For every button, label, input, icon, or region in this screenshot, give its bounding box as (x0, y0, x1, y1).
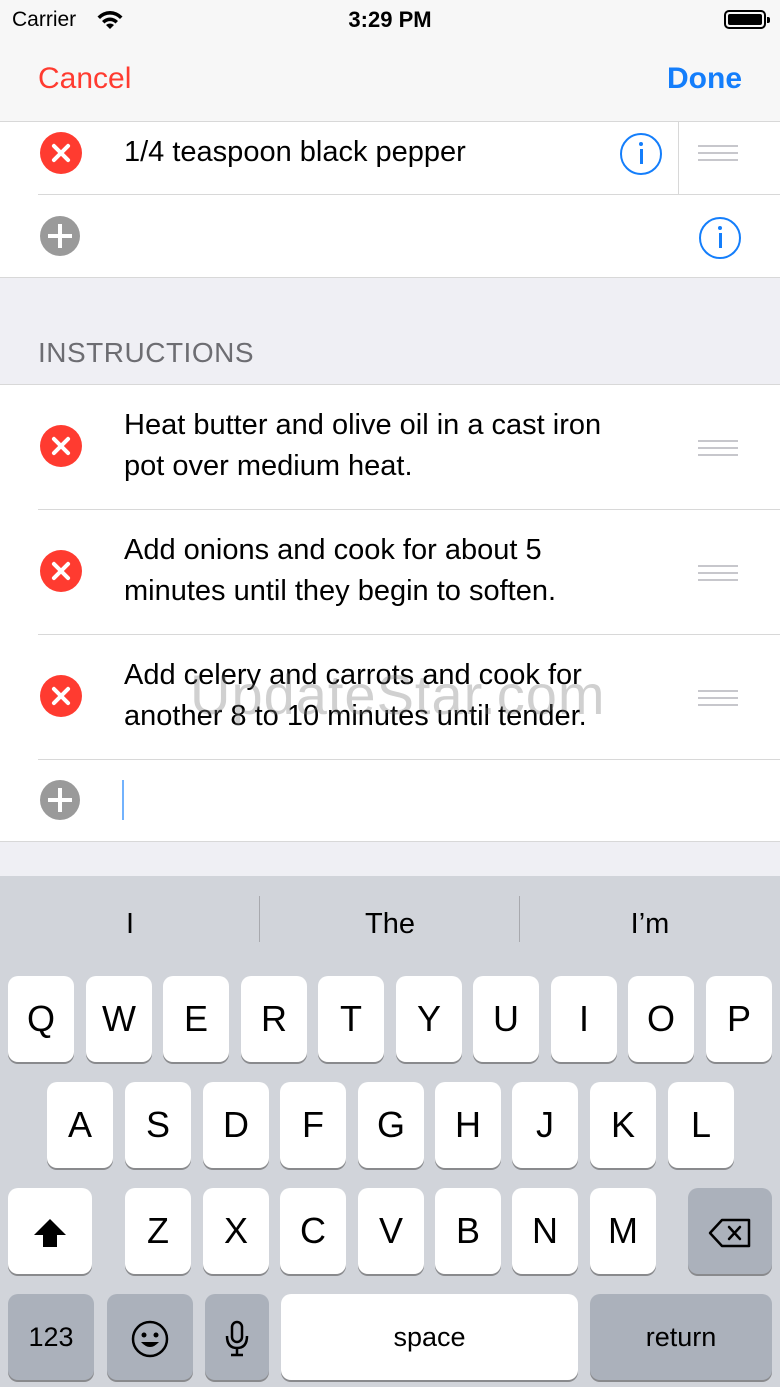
suggestion-3[interactable]: I’m (520, 876, 780, 972)
suggestion-1[interactable]: I (0, 876, 260, 972)
numbers-key[interactable]: 123 (8, 1294, 94, 1380)
key-l[interactable]: L (668, 1082, 734, 1168)
battery-icon (724, 10, 770, 29)
key-o[interactable]: O (628, 976, 694, 1062)
key-w[interactable]: W (86, 976, 152, 1062)
key-v[interactable]: V (358, 1188, 424, 1274)
key-r[interactable]: R (241, 976, 307, 1062)
instruction-text-line[interactable]: Heat butter and olive oil in a cast iron (124, 405, 601, 446)
navigation-bar: Cancel Done (0, 40, 780, 122)
delete-icon[interactable] (40, 132, 82, 174)
key-t[interactable]: T (318, 976, 384, 1062)
text-cursor (122, 780, 124, 820)
key-x[interactable]: X (203, 1188, 269, 1274)
instruction-row[interactable]: Add celery and carrots and cook for anot… (0, 635, 780, 759)
key-s[interactable]: S (125, 1082, 191, 1168)
predictive-bar: I The I’m (0, 876, 780, 972)
instruction-text-line[interactable]: another 8 to 10 minutes until tender. (124, 696, 587, 737)
key-j[interactable]: J (512, 1082, 578, 1168)
clock: 3:29 PM (348, 7, 432, 32)
backspace-icon (708, 1219, 751, 1248)
reorder-handle-icon[interactable] (698, 690, 738, 706)
reorder-handle-icon[interactable] (698, 440, 738, 456)
cell-divider (678, 122, 679, 194)
add-instruction-row[interactable] (0, 760, 780, 842)
delete-icon[interactable] (40, 425, 82, 467)
emoji-key[interactable] (107, 1294, 193, 1380)
key-n[interactable]: N (512, 1188, 578, 1274)
done-button[interactable]: Done (667, 62, 742, 96)
instructions-header: INSTRUCTIONS (38, 337, 254, 368)
suggestion-2[interactable]: The (260, 876, 520, 972)
add-icon[interactable] (40, 216, 80, 256)
space-key[interactable]: space (281, 1294, 578, 1380)
instruction-row[interactable]: Heat butter and olive oil in a cast iron… (0, 385, 780, 509)
key-k[interactable]: K (590, 1082, 656, 1168)
instruction-text-line[interactable]: minutes until they begin to soften. (124, 571, 556, 612)
cancel-button[interactable]: Cancel (38, 62, 131, 96)
microphone-icon (225, 1321, 249, 1357)
add-icon[interactable] (40, 780, 80, 820)
key-a[interactable]: A (47, 1082, 113, 1168)
key-d[interactable]: D (203, 1082, 269, 1168)
ingredients-section: 1/4 teaspoon black pepper (0, 122, 780, 278)
dictation-key[interactable] (205, 1294, 269, 1380)
reorder-handle-icon[interactable] (698, 565, 738, 581)
instruction-text-line[interactable]: Add onions and cook for about 5 (124, 530, 542, 571)
key-e[interactable]: E (163, 976, 229, 1062)
key-f[interactable]: F (280, 1082, 346, 1168)
status-bar: Carrier 3:29 PM (0, 0, 780, 40)
ingredient-row[interactable]: 1/4 teaspoon black pepper (0, 122, 780, 194)
keyboard: I The I’m Q W E R T Y U I O P A S D F G … (0, 876, 780, 1387)
delete-icon[interactable] (40, 675, 82, 717)
reorder-handle-icon[interactable] (698, 145, 738, 161)
emoji-icon (131, 1321, 169, 1358)
key-q[interactable]: Q (8, 976, 74, 1062)
shift-key[interactable] (8, 1188, 92, 1274)
key-h[interactable]: H (435, 1082, 501, 1168)
info-icon[interactable] (699, 217, 741, 259)
key-z[interactable]: Z (125, 1188, 191, 1274)
instruction-text-line[interactable]: pot over medium heat. (124, 446, 413, 487)
key-u[interactable]: U (473, 976, 539, 1062)
instructions-section: Heat butter and olive oil in a cast iron… (0, 384, 780, 842)
key-m[interactable]: M (590, 1188, 656, 1274)
delete-icon[interactable] (40, 550, 82, 592)
ingredient-text[interactable]: 1/4 teaspoon black pepper (124, 132, 466, 173)
instruction-text-line[interactable]: Add celery and carrots and cook for (124, 655, 582, 696)
key-p[interactable]: P (706, 976, 772, 1062)
return-key[interactable]: return (590, 1294, 772, 1380)
shift-icon (34, 1219, 66, 1248)
instruction-row[interactable]: Add onions and cook for about 5 minutes … (0, 510, 780, 634)
info-icon[interactable] (620, 133, 662, 175)
delete-key[interactable] (688, 1188, 772, 1274)
add-ingredient-row[interactable] (0, 195, 780, 277)
key-y[interactable]: Y (396, 976, 462, 1062)
key-g[interactable]: G (358, 1082, 424, 1168)
key-b[interactable]: B (435, 1188, 501, 1274)
key-i[interactable]: I (551, 976, 617, 1062)
key-c[interactable]: C (280, 1188, 346, 1274)
